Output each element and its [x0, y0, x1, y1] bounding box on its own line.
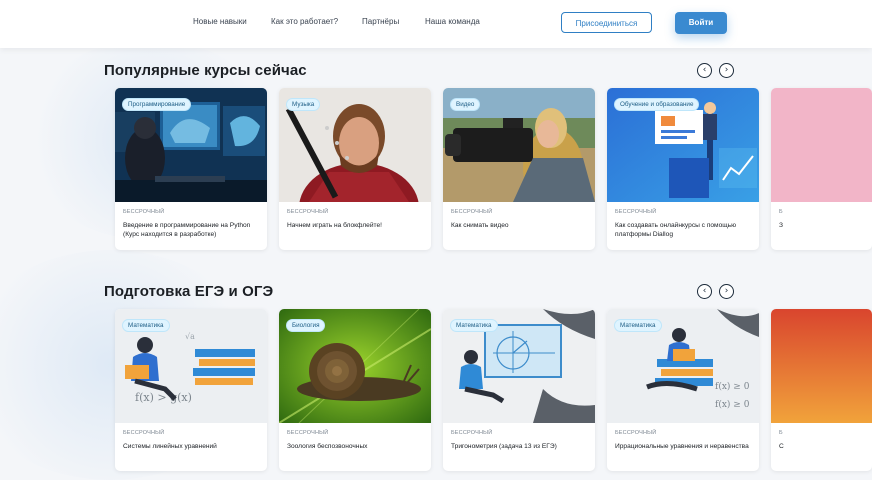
section-title-exam-prep: Подготовка ЕГЭ и ОГЭ [104, 283, 274, 300]
course-card[interactable]: Программирование БЕССРОЧНЫЙ Введение в п… [115, 88, 267, 250]
course-card[interactable]: Б З [771, 88, 872, 250]
course-image [771, 88, 872, 202]
course-title: Иррациональные уравнения и неравенства [615, 443, 749, 450]
category-tag: Обучение и образование [614, 98, 700, 111]
course-card[interactable]: √a f(x) > g(x) Математика БЕССРОЧНЫЙ Сис… [115, 309, 267, 471]
course-title: Тригонометрия (задача 13 из ЕГЭ) [451, 443, 557, 450]
nav-link-partners[interactable]: Партнёры [362, 17, 399, 26]
course-title: Как снимать видео [451, 222, 509, 229]
course-duration-label: БЕССРОЧНЫЙ [123, 209, 165, 215]
category-tag: Программирование [122, 98, 192, 111]
course-duration-label: БЕССРОЧНЫЙ [287, 209, 329, 215]
category-tag: Музыка [286, 98, 321, 111]
course-card[interactable]: Обучение и образование БЕССРОЧНЫЙ Как со… [607, 88, 759, 250]
math-doodle: f(x) ≥ 0 [715, 399, 750, 410]
category-tag: Видео [450, 98, 481, 111]
course-title: Введение в программирование на Python (К… [123, 222, 251, 239]
top-navigation-bar: Новые навыки Как это работает? Партнёры … [0, 0, 872, 48]
course-card[interactable]: Б С [771, 309, 872, 471]
chevron-right-icon: › [724, 65, 729, 75]
course-duration-label: БЕССРОЧНЫЙ [615, 430, 657, 436]
course-duration-label: БЕССРОЧНЫЙ [615, 209, 657, 215]
course-card[interactable]: Математика БЕССРОЧНЫЙ Тригонометрия (зад… [443, 309, 595, 471]
category-tag: Математика [122, 319, 170, 332]
course-image [771, 309, 872, 423]
course-duration-label: Б [779, 209, 783, 215]
chevron-right-icon: › [724, 286, 729, 296]
course-card[interactable]: Музыка БЕССРОЧНЫЙ Начнем играть на блокф… [279, 88, 431, 250]
course-duration-label: Б [779, 430, 783, 436]
course-duration-label: БЕССРОЧНЫЙ [451, 430, 493, 436]
nav-link-new-skills[interactable]: Новые навыки [193, 17, 247, 26]
course-duration-label: БЕССРОЧНЫЙ [451, 209, 493, 215]
join-button[interactable]: Присоединиться [561, 12, 652, 33]
carousel-next-button[interactable]: › [719, 63, 734, 78]
math-doodle: √a [185, 332, 195, 341]
course-duration-label: БЕССРОЧНЫЙ [123, 430, 165, 436]
course-card[interactable]: f(x) ≥ 0 f(x) ≥ 0 Математика БЕССРОЧНЫЙ … [607, 309, 759, 471]
category-tag: Математика [450, 319, 498, 332]
section-title-popular: Популярные курсы сейчас [104, 62, 307, 79]
course-duration-label: БЕССРОЧНЫЙ [287, 430, 329, 436]
carousel-prev-button[interactable]: ‹ [697, 284, 712, 299]
course-title: Начнем играть на блокфлейте! [287, 222, 382, 229]
course-card[interactable]: Биология БЕССРОЧНЫЙ Зоология беспозвоноч… [279, 309, 431, 471]
carousel-prev-button[interactable]: ‹ [697, 63, 712, 78]
chevron-left-icon: ‹ [702, 65, 707, 75]
math-doodle: f(x) ≥ 0 [715, 381, 750, 392]
carousel-next-button[interactable]: › [719, 284, 734, 299]
course-title: С [779, 443, 784, 450]
nav-link-our-team[interactable]: Наша команда [425, 17, 480, 26]
category-tag: Математика [614, 319, 662, 332]
course-title: З [779, 222, 783, 229]
nav-link-how-it-works[interactable]: Как это работает? [271, 17, 338, 26]
chevron-left-icon: ‹ [702, 286, 707, 296]
course-title: Системы линейных уравнений [123, 443, 217, 450]
math-doodle: f(x) > g(x) [135, 391, 192, 404]
course-title: Зоология беспозвоночных [287, 443, 368, 450]
login-button[interactable]: Войти [675, 12, 727, 34]
category-tag: Биология [286, 319, 326, 332]
course-card[interactable]: Видео БЕССРОЧНЫЙ Как снимать видео [443, 88, 595, 250]
course-title: Как создавать онлайнкурсы с помощью плат… [615, 222, 737, 239]
